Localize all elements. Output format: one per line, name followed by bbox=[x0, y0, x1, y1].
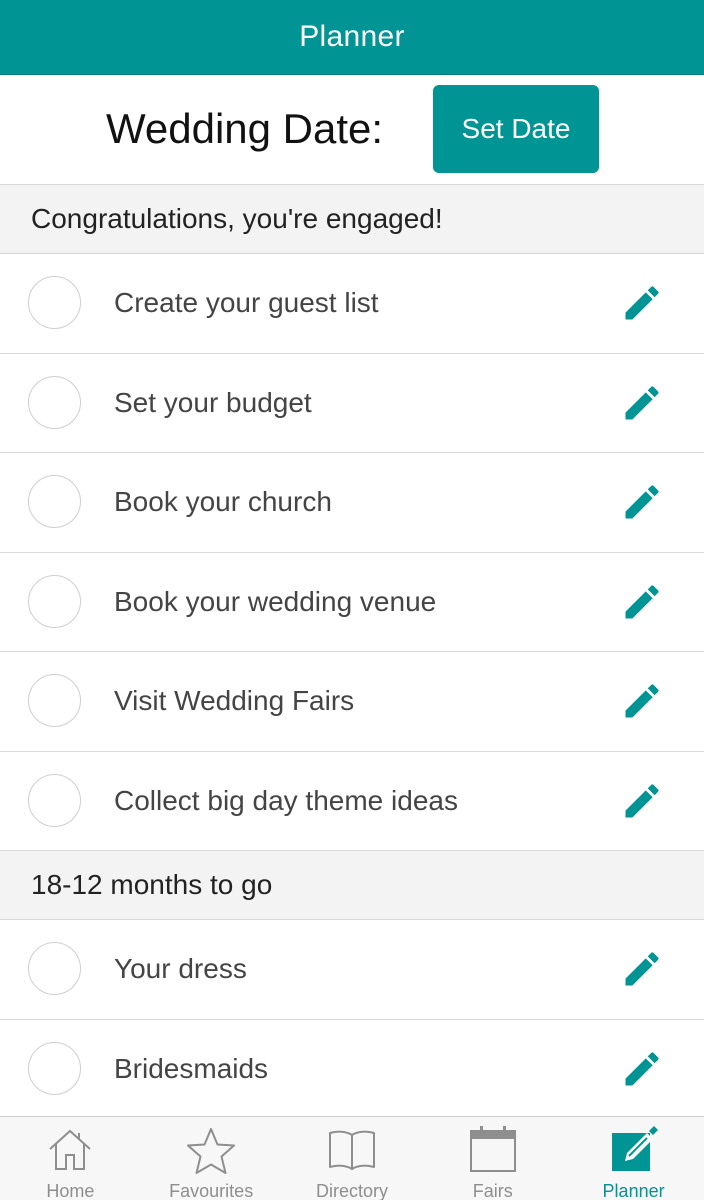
checkbox-circle-icon[interactable] bbox=[28, 375, 81, 429]
checkbox-circle-icon[interactable] bbox=[28, 276, 81, 330]
pencil-icon[interactable] bbox=[620, 281, 664, 325]
task-row[interactable]: Your dress bbox=[0, 920, 704, 1020]
section-header: Congratulations, you're engaged! bbox=[0, 185, 704, 254]
tab-label: Fairs bbox=[472, 1181, 513, 1200]
star-icon bbox=[187, 1128, 236, 1174]
task-label: Book your church bbox=[114, 486, 332, 518]
tab-fairs[interactable]: Fairs bbox=[422, 1117, 563, 1200]
tab-directory[interactable]: Directory bbox=[282, 1117, 423, 1200]
tab-bar: Home Favourites Directory Fairs Planner bbox=[0, 1116, 704, 1200]
task-label: Bridesmaids bbox=[114, 1052, 269, 1084]
task-row[interactable]: Collect big day theme ideas bbox=[0, 751, 704, 851]
checkbox-circle-icon[interactable] bbox=[28, 773, 81, 827]
task-label: Your dress bbox=[114, 953, 247, 985]
pencil-icon[interactable] bbox=[620, 779, 664, 823]
pencil-icon[interactable] bbox=[620, 679, 664, 723]
book-icon bbox=[328, 1130, 375, 1170]
checkbox-circle-icon[interactable] bbox=[28, 674, 81, 728]
tab-favourites[interactable]: Favourites bbox=[141, 1117, 282, 1200]
home-icon bbox=[49, 1129, 92, 1170]
section-header: 18-12 months to go bbox=[0, 851, 704, 920]
calendar-icon bbox=[469, 1126, 516, 1172]
wedding-date-row: Wedding Date: Set Date bbox=[0, 75, 704, 185]
pencil-icon[interactable] bbox=[620, 1047, 664, 1091]
task-label: Book your wedding venue bbox=[114, 585, 437, 617]
tab-label: Favourites bbox=[169, 1181, 254, 1200]
tab-label: Home bbox=[46, 1181, 95, 1200]
task-label: Create your guest list bbox=[114, 287, 379, 319]
task-row[interactable]: Bridesmaids bbox=[0, 1019, 704, 1116]
tab-label: Planner bbox=[602, 1181, 665, 1200]
task-label: Collect big day theme ideas bbox=[114, 784, 458, 816]
pencil-icon[interactable] bbox=[620, 580, 664, 624]
checkbox-circle-icon[interactable] bbox=[28, 475, 81, 529]
set-date-button[interactable]: Set Date bbox=[433, 85, 599, 173]
task-label: Visit Wedding Fairs bbox=[114, 685, 355, 717]
edit-square-icon bbox=[611, 1126, 658, 1171]
pencil-icon[interactable] bbox=[620, 947, 664, 991]
wedding-date-label: Wedding Date: bbox=[106, 105, 384, 152]
task-row[interactable]: Book your wedding venue bbox=[0, 552, 704, 652]
tab-label: Directory bbox=[315, 1181, 388, 1200]
task-row[interactable]: Visit Wedding Fairs bbox=[0, 652, 704, 752]
pencil-icon[interactable] bbox=[620, 480, 664, 524]
top-bar: Planner bbox=[0, 0, 704, 75]
tab-planner[interactable]: Planner bbox=[563, 1117, 704, 1200]
task-row[interactable]: Create your guest list bbox=[0, 254, 704, 354]
checkbox-circle-icon[interactable] bbox=[28, 1041, 81, 1095]
pencil-icon[interactable] bbox=[620, 381, 664, 425]
checkbox-circle-icon[interactable] bbox=[28, 942, 81, 996]
task-label: Set your budget bbox=[114, 386, 312, 418]
page-title: Planner bbox=[299, 20, 405, 53]
checkbox-circle-icon[interactable] bbox=[28, 574, 81, 628]
task-row[interactable]: Set your budget bbox=[0, 353, 704, 453]
task-row[interactable]: Book your church bbox=[0, 453, 704, 553]
planner-list[interactable]: Congratulations, you're engaged! Create … bbox=[0, 185, 704, 1116]
tab-home[interactable]: Home bbox=[0, 1117, 141, 1200]
